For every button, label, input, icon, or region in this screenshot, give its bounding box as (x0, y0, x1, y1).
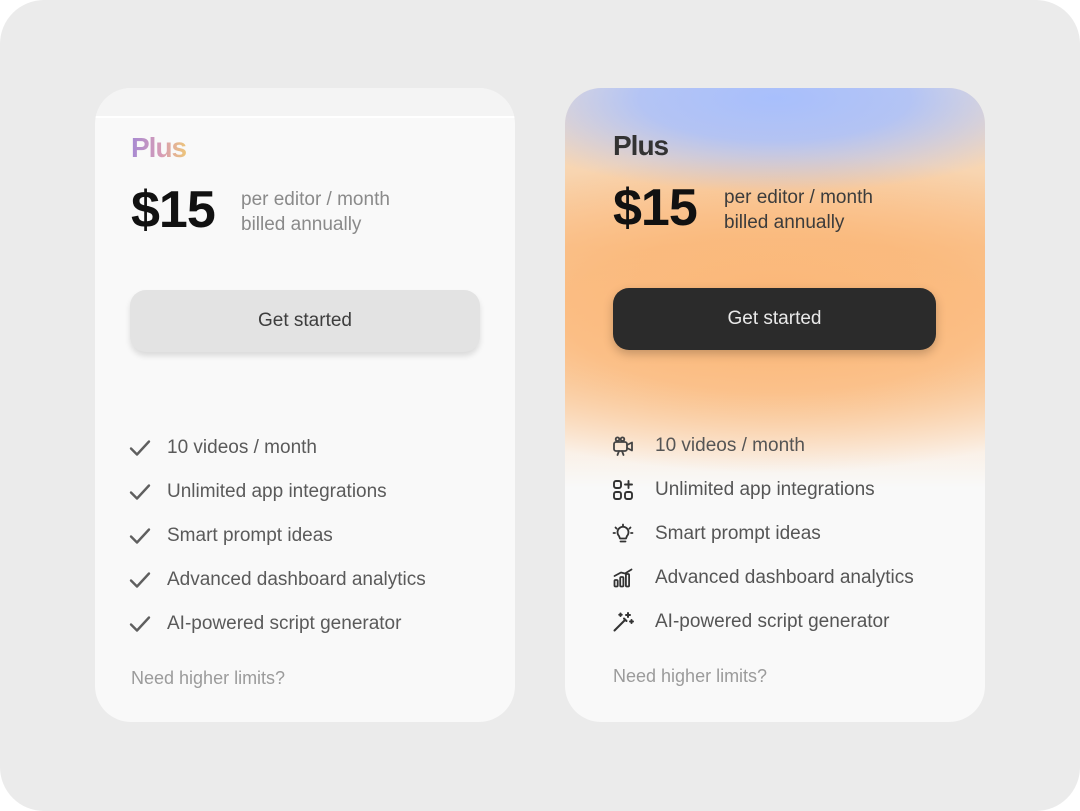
feature-label: AI-powered script generator (655, 611, 890, 632)
feature-item: 10 videos / month (611, 424, 985, 468)
feature-label: Unlimited app integrations (655, 479, 875, 500)
check-icon (127, 479, 153, 505)
feature-item: 10 videos / month (127, 426, 507, 470)
check-icon (127, 611, 153, 637)
video-camera-icon (611, 433, 635, 459)
feature-label: Advanced dashboard analytics (655, 567, 914, 588)
lightbulb-icon (611, 521, 635, 547)
price-note: per editor / month billed annually (724, 185, 873, 235)
price-period: per editor / month (724, 187, 873, 208)
feature-item: AI-powered script generator (127, 602, 507, 646)
feature-item: Advanced dashboard analytics (127, 558, 507, 602)
price: $15 (131, 181, 216, 239)
feature-list: 10 videos / month Unlimited app integrat… (127, 426, 507, 646)
get-started-button[interactable]: Get started (613, 288, 936, 350)
price-note: per editor / month billed annually (241, 187, 390, 237)
check-icon (127, 567, 153, 593)
price-period: per editor / month (241, 189, 390, 210)
feature-item: Unlimited app integrations (611, 468, 985, 512)
background-frame: Plus $15 per editor / month billed annua… (0, 0, 1080, 811)
feature-item: Advanced dashboard analytics (611, 556, 985, 600)
feature-label: Smart prompt ideas (167, 525, 333, 546)
check-icon (127, 523, 153, 549)
feature-label: Advanced dashboard analytics (167, 569, 426, 590)
feature-label: Smart prompt ideas (655, 523, 821, 544)
get-started-button[interactable]: Get started (130, 290, 480, 352)
higher-limits-link[interactable]: Need higher limits? (613, 666, 767, 687)
pricing-card-gradient: Plus $15 per editor / month billed annua… (565, 88, 985, 722)
price-billing: billed annually (724, 212, 845, 233)
feature-item: Unlimited app integrations (127, 470, 507, 514)
higher-limits-link[interactable]: Need higher limits? (131, 668, 285, 689)
check-icon (127, 435, 153, 461)
feature-label: 10 videos / month (167, 437, 317, 458)
feature-label: AI-powered script generator (167, 613, 402, 634)
card-top-band (95, 88, 515, 118)
feature-label: Unlimited app integrations (167, 481, 387, 502)
price: $15 (613, 179, 698, 237)
pricing-card-plain: Plus $15 per editor / month billed annua… (95, 88, 515, 722)
apps-grid-icon (611, 477, 635, 503)
price-billing: billed annually (241, 214, 362, 235)
feature-label: 10 videos / month (655, 435, 805, 456)
magic-wand-icon (611, 609, 635, 635)
feature-item: Smart prompt ideas (611, 512, 985, 556)
bar-chart-icon (611, 565, 635, 591)
feature-list: 10 videos / month Unlimited app integrat… (611, 424, 985, 644)
feature-item: AI-powered script generator (611, 600, 985, 644)
plan-name: Plus (131, 132, 187, 163)
plan-name: Plus (613, 130, 669, 161)
feature-item: Smart prompt ideas (127, 514, 507, 558)
